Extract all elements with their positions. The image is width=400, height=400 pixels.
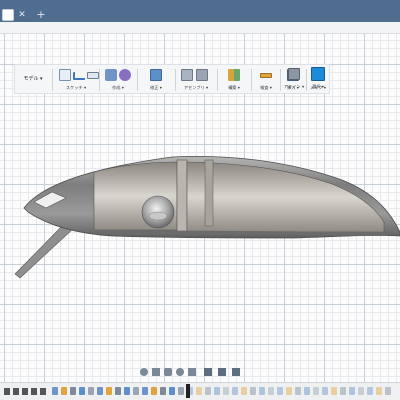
ribbon-divider [52, 69, 53, 91]
timeline-feature-icon[interactable] [313, 387, 319, 395]
construct-group-label: 構築 ▾ [228, 85, 240, 90]
timeline-feature-icon[interactable] [358, 387, 364, 395]
timeline-feature-icon[interactable] [331, 387, 337, 395]
create-sketch-icon[interactable] [59, 69, 71, 81]
timeline-marker[interactable] [186, 384, 190, 398]
timeline-play-icon[interactable] [22, 388, 28, 395]
timeline-feature-icon[interactable] [349, 387, 355, 395]
ribbon-divider [251, 69, 252, 91]
select-cursor-icon[interactable] [311, 67, 325, 81]
scripts-icon[interactable] [288, 68, 300, 80]
ribbon-divider [137, 69, 138, 91]
timeline-feature-icon[interactable] [205, 387, 211, 395]
inspect-group[interactable]: 検査 ▾ [253, 67, 279, 94]
timeline-feature-icon[interactable] [97, 387, 103, 395]
timeline-feature-icon[interactable] [376, 387, 382, 395]
modify-group[interactable]: 修正 ▾ [139, 67, 173, 94]
center-bulkhead [176, 159, 188, 233]
line-icon[interactable] [73, 72, 85, 80]
timeline-feature-icon[interactable] [286, 387, 292, 395]
timeline-feature-icon[interactable] [277, 387, 283, 395]
timeline-feature-icon[interactable] [214, 387, 220, 395]
timeline-feature-icon[interactable] [385, 387, 391, 395]
timeline-feature-icon[interactable] [142, 387, 148, 395]
create-group-label: 作成 ▾ [112, 85, 124, 90]
timeline-feature-icon[interactable] [223, 387, 229, 395]
timeline-feature-icon[interactable] [169, 387, 175, 395]
lure-lip [14, 223, 75, 279]
rectangle-icon[interactable] [87, 72, 99, 79]
timeline-feature-icon[interactable] [133, 387, 139, 395]
extrude-icon[interactable] [105, 69, 117, 81]
timeline-feature-icon[interactable] [106, 387, 112, 395]
timeline-feature-icon[interactable] [79, 387, 85, 395]
timeline-forward-icon[interactable] [31, 388, 37, 395]
rear-cavity [186, 161, 385, 233]
joint-icon[interactable] [181, 69, 193, 81]
workspace-selector[interactable]: モデル ▾ [16, 70, 50, 88]
timeline-feature-icon[interactable] [268, 387, 274, 395]
inspect-group-label: 検査 ▾ [260, 85, 272, 90]
select-group-label: 選択 ▾ [312, 84, 324, 89]
timeline-feature-icon[interactable] [52, 387, 58, 395]
press-pull-icon[interactable] [150, 69, 162, 81]
timeline-feature-icon[interactable] [115, 387, 121, 395]
ribbon-divider [175, 69, 176, 91]
timeline-end-icon[interactable] [40, 388, 46, 395]
timeline-feature-icon[interactable] [70, 387, 76, 395]
timeline-feature-icon[interactable] [232, 387, 238, 395]
pan-icon[interactable] [164, 368, 172, 376]
timeline-feature-icon[interactable] [61, 387, 67, 395]
timeline-feature-icon[interactable] [340, 387, 346, 395]
lure-body-model[interactable] [12, 150, 400, 280]
timeline-feature-icon[interactable] [178, 387, 184, 395]
timeline-feature-icon[interactable] [322, 387, 328, 395]
as-built-joint-icon[interactable] [196, 69, 208, 81]
addins-group-label: アドイン ▾ [283, 84, 305, 89]
sketch-group-label: スケッチ ▾ [65, 85, 87, 90]
timeline-feature-icon[interactable] [124, 387, 130, 395]
zoom-icon[interactable] [176, 368, 184, 376]
ribbon-divider [217, 69, 218, 91]
look-at-icon[interactable] [152, 368, 160, 376]
viewports-icon[interactable] [232, 368, 240, 376]
timeline-feature-icon[interactable] [259, 387, 265, 395]
timeline-feature-icon[interactable] [88, 387, 94, 395]
fit-icon[interactable] [188, 368, 196, 376]
close-tab-icon[interactable]: ✕ [17, 10, 27, 20]
display-settings-icon[interactable] [204, 368, 212, 376]
timeline-feature-icon[interactable] [367, 387, 373, 395]
orbit-icon[interactable] [140, 368, 148, 376]
navigation-bar [140, 368, 280, 376]
timeline-feature-icon[interactable] [241, 387, 247, 395]
modify-group-label: 修正 ▾ [150, 85, 162, 90]
timeline-feature-icon[interactable] [295, 387, 301, 395]
window-title-bar: ✕ + [0, 0, 400, 22]
timeline-bar [0, 382, 400, 400]
timeline-feature-icon[interactable] [196, 387, 202, 395]
timeline-feature-icon[interactable] [304, 387, 310, 395]
create-group[interactable]: 作成 ▾ [101, 67, 135, 94]
timeline-start-icon[interactable] [4, 388, 10, 395]
construct-group[interactable]: 構築 ▾ [219, 67, 249, 94]
timeline-feature-icon[interactable] [160, 387, 166, 395]
document-tab-icon[interactable] [2, 9, 14, 21]
assemble-group[interactable]: アセンブリ ▾ [177, 67, 215, 94]
measure-icon[interactable] [260, 73, 272, 78]
weight-ball-highlight [148, 211, 168, 221]
timeline-back-icon[interactable] [13, 388, 19, 395]
assemble-group-label: アセンブリ ▾ [183, 85, 209, 90]
sketch-group[interactable]: スケッチ ▾ [55, 67, 99, 94]
form-icon[interactable] [119, 69, 131, 81]
ribbon-divider [99, 69, 100, 91]
canvas-top-strip [0, 22, 400, 34]
grid-settings-icon[interactable] [218, 368, 226, 376]
addins-group[interactable]: アドイン ▾ [283, 66, 305, 93]
select-group[interactable]: 選択 ▾ [306, 66, 330, 93]
plane-icon[interactable] [228, 69, 240, 81]
timeline-feature-icon[interactable] [250, 387, 256, 395]
timeline-feature-icon[interactable] [151, 387, 157, 395]
rear-wall [204, 159, 214, 227]
new-tab-icon[interactable]: + [36, 9, 46, 20]
